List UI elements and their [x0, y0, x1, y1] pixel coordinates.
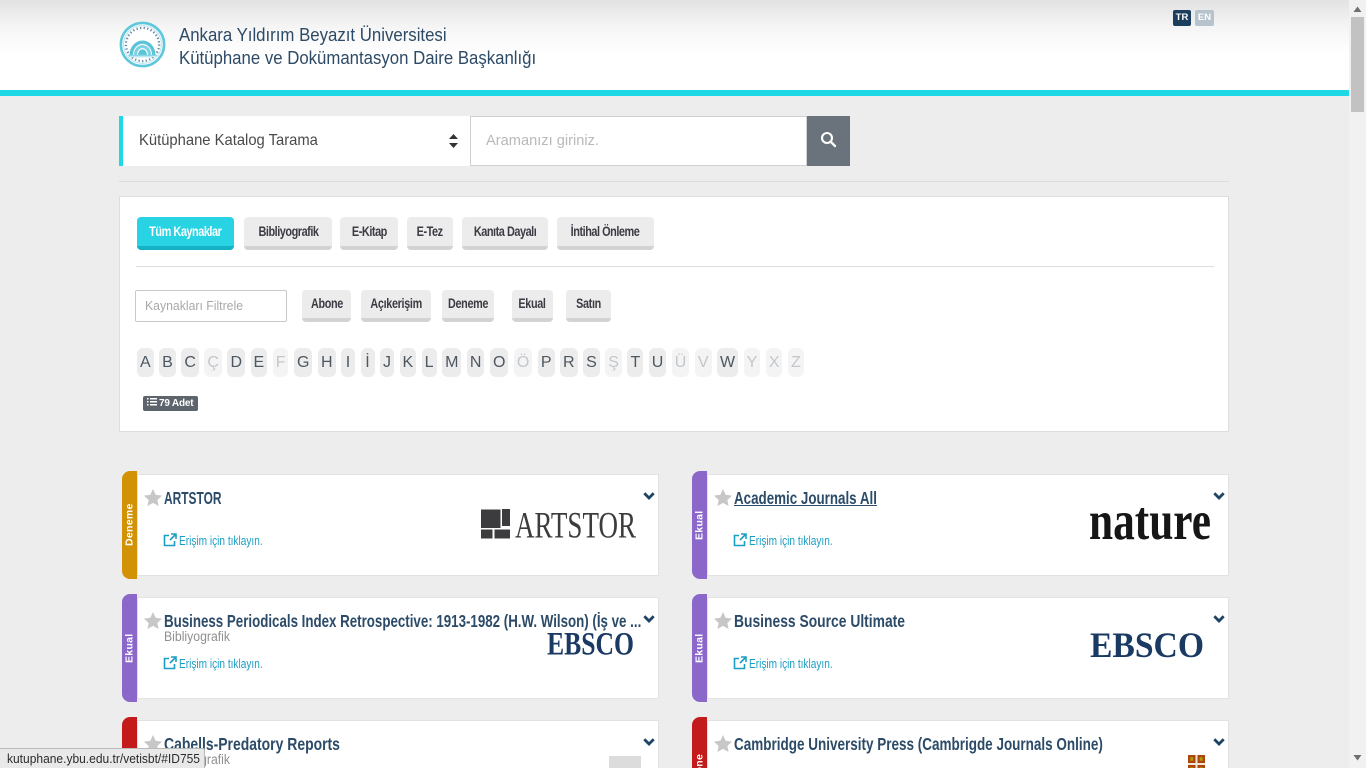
- svg-text:ARTSTOR: ARTSTOR: [515, 509, 636, 540]
- svg-text:nature: nature: [1089, 502, 1211, 547]
- svg-text:EBSCO: EBSCO: [547, 630, 634, 657]
- svg-text:EBSCO: EBSCO: [1090, 631, 1204, 660]
